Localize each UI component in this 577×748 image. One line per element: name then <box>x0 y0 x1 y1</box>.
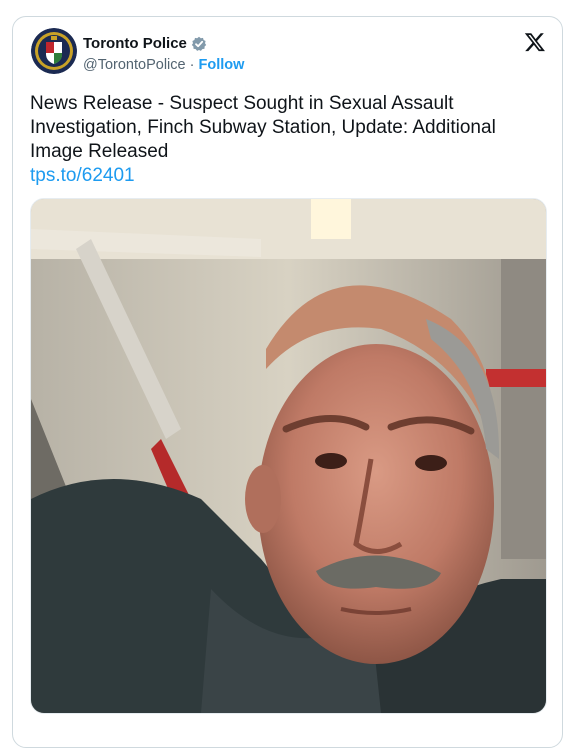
tweet-text: News Release - Suspect Sought in Sexual … <box>30 92 545 188</box>
separator: · <box>189 57 195 73</box>
tweet-body: News Release - Suspect Sought in Sexual … <box>30 93 496 162</box>
tweet-photo[interactable] <box>30 198 547 714</box>
suspect-photo-image <box>31 199 546 713</box>
toronto-police-crest-icon <box>31 28 77 74</box>
follow-button[interactable]: Follow <box>198 57 244 73</box>
author-name[interactable]: Toronto Police <box>83 35 187 52</box>
tweet-link[interactable]: tps.to/62401 <box>30 164 545 188</box>
x-logo-icon[interactable] <box>524 31 546 53</box>
author-handle[interactable]: @TorontoPolice <box>83 57 186 73</box>
handle-row: @TorontoPolice · Follow <box>83 57 244 73</box>
tweet-card: Toronto Police @TorontoPolice · Follow N… <box>12 16 563 748</box>
avatar[interactable] <box>31 28 77 74</box>
verified-badge-icon <box>191 36 207 52</box>
